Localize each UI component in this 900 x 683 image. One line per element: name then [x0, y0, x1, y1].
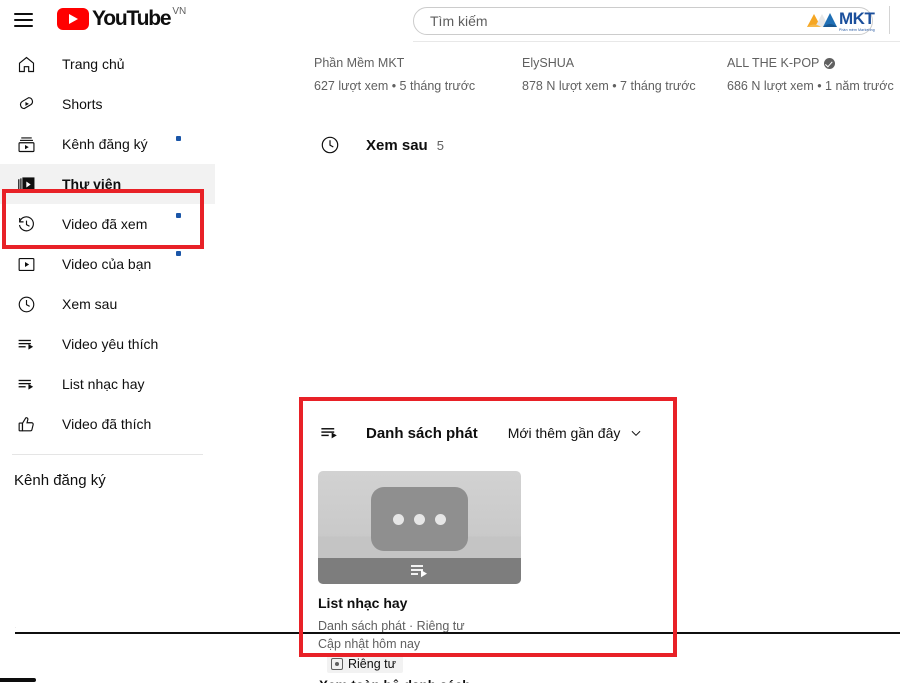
- privacy-label: Riêng tư: [348, 657, 396, 671]
- privacy-lock-icon: [331, 658, 343, 670]
- app-header: YouTube VN MKT Phần mềm Marketing: [0, 0, 900, 42]
- playlist-title: List nhạc hay: [318, 595, 408, 611]
- section-title: Xem sau: [366, 136, 428, 154]
- sidebar-item-label: Trang chủ: [62, 56, 125, 72]
- sidebar-item-watch-later[interactable]: Xem sau: [0, 284, 215, 324]
- mkt-mark-icon: [807, 13, 837, 27]
- sidebar-item-subscriptions[interactable]: Kênh đăng ký: [0, 124, 215, 164]
- verified-badge-icon: [824, 57, 836, 69]
- sidebar-subscriptions-heading: Kênh đăng ký: [14, 471, 106, 489]
- sidebar-item-label: Video của bạn: [62, 256, 152, 272]
- channel-name: ElySHUA: [522, 56, 575, 70]
- clock-icon: [318, 133, 342, 157]
- playlist-icon: [318, 421, 342, 445]
- header-divider: [889, 6, 890, 34]
- subscriptions-icon: [14, 132, 38, 156]
- sidebar: Trang chủ Shorts Kênh đăng ký Thư viện V…: [0, 44, 215, 683]
- youtube-logo[interactable]: YouTube VN: [57, 6, 186, 31]
- sidebar-item-list-nhac-hay[interactable]: List nhạc hay: [0, 364, 215, 404]
- scroll-indicator[interactable]: [0, 678, 36, 682]
- sort-label: Mới thêm gần đây: [507, 425, 621, 441]
- video-stats: 686 N lượt xem • 1 năm trước: [727, 79, 894, 93]
- playlist-icon: [14, 332, 38, 356]
- loading-dot: [176, 213, 181, 218]
- sidebar-item-label: Kênh đăng ký: [62, 136, 148, 152]
- mkt-brand-logo: MKT Phần mềm Marketing: [805, 8, 885, 34]
- placeholder-dot: [393, 513, 404, 525]
- video-meta-item[interactable]: ElySHUA 878 N lượt xem • 7 tháng trước: [522, 56, 696, 93]
- playlist-icon: [14, 372, 38, 396]
- clock-icon: [14, 292, 38, 316]
- hamburger-bar: [14, 25, 33, 27]
- chevron-down-icon: [629, 426, 643, 440]
- sidebar-item-liked-videos[interactable]: Video đã thích: [0, 404, 215, 444]
- header-bottom-rule: [413, 41, 900, 42]
- playlists-section: Danh sách phát Mới thêm gần đây List nhạ…: [318, 421, 643, 651]
- history-icon: [14, 212, 38, 236]
- channel-name: Phần Mềm MKT: [314, 56, 405, 70]
- youtube-play-icon: [57, 8, 89, 30]
- thumbnail-placeholder-icon: [371, 487, 468, 551]
- sidebar-item-label: Thư viện: [62, 176, 122, 192]
- hamburger-bar: [14, 19, 33, 21]
- loading-dot: [176, 251, 181, 256]
- library-icon: [14, 172, 38, 196]
- your-videos-icon: [14, 252, 38, 276]
- playlist-icon: [410, 565, 427, 578]
- mkt-wordmark: MKT: [839, 9, 875, 28]
- bottom-rule: [15, 632, 900, 634]
- sidebar-item-label: Xem sau: [62, 296, 118, 312]
- youtube-country-code: VN: [172, 6, 187, 17]
- sidebar-item-label: List nhạc hay: [62, 376, 145, 392]
- youtube-wordmark: YouTube: [92, 7, 172, 30]
- loading-dot: [176, 136, 181, 141]
- hamburger-menu-icon[interactable]: [14, 13, 36, 29]
- see-all-playlists-link[interactable]: Xem toàn bộ danh sách: [319, 678, 471, 683]
- sidebar-item-library[interactable]: Thư viện: [0, 164, 215, 204]
- placeholder-dot: [414, 513, 425, 525]
- playlist-subtitle: Danh sách phát · Riêng tư: [318, 619, 465, 633]
- video-meta-item[interactable]: ALL THE K-POP 686 N lượt xem • 1 năm trư…: [727, 56, 894, 93]
- section-title: Danh sách phát: [366, 424, 478, 442]
- playlist-card[interactable]: List nhạc hay Danh sách phát · Riêng tư …: [318, 471, 521, 651]
- section-count: 5: [436, 137, 444, 153]
- video-meta-item[interactable]: Phần Mềm MKT 627 lượt xem • 5 tháng trướ…: [314, 56, 475, 93]
- sort-dropdown[interactable]: Mới thêm gần đây: [508, 425, 644, 441]
- video-stats: 878 N lượt xem • 7 tháng trước: [522, 79, 696, 93]
- channel-name: ALL THE K-POP: [727, 56, 894, 70]
- mkt-tagline: Phần mềm Marketing: [839, 28, 875, 32]
- home-icon: [14, 52, 38, 76]
- privacy-badge: Riêng tư: [327, 655, 403, 673]
- sidebar-item-label: Shorts: [62, 96, 103, 112]
- sidebar-item-history[interactable]: Video đã xem: [0, 204, 215, 244]
- sidebar-item-favorites[interactable]: Video yêu thích: [0, 324, 215, 364]
- search-input[interactable]: [430, 8, 810, 34]
- hamburger-bar: [14, 13, 33, 15]
- faint-placeholder-mark: ·: [14, 622, 17, 632]
- watch-later-section-header[interactable]: Xem sau 5: [318, 133, 444, 157]
- sidebar-item-label: Video đã thích: [62, 416, 152, 432]
- shorts-icon: [14, 92, 38, 116]
- main-content: Phần Mềm MKT 627 lượt xem • 5 tháng trướ…: [215, 44, 900, 683]
- thumbnail-footer: [318, 558, 521, 584]
- thumbs-up-icon: [14, 412, 38, 436]
- playlists-section-header: Danh sách phát Mới thêm gần đây: [318, 421, 643, 445]
- sidebar-item-your-videos[interactable]: Video của bạn: [0, 244, 215, 284]
- video-stats: 627 lượt xem • 5 tháng trước: [314, 79, 476, 93]
- sidebar-divider: [12, 454, 203, 455]
- playlist-thumbnail[interactable]: [318, 471, 521, 584]
- sidebar-item-label: Video đã xem: [62, 216, 148, 232]
- sidebar-item-shorts[interactable]: Shorts: [0, 84, 215, 124]
- sidebar-item-label: Video yêu thích: [62, 336, 159, 352]
- playlist-updated: Cập nhật hôm nay: [318, 637, 421, 651]
- placeholder-dot: [435, 513, 446, 525]
- sidebar-item-home[interactable]: Trang chủ: [0, 44, 215, 84]
- search-bar[interactable]: [413, 7, 873, 35]
